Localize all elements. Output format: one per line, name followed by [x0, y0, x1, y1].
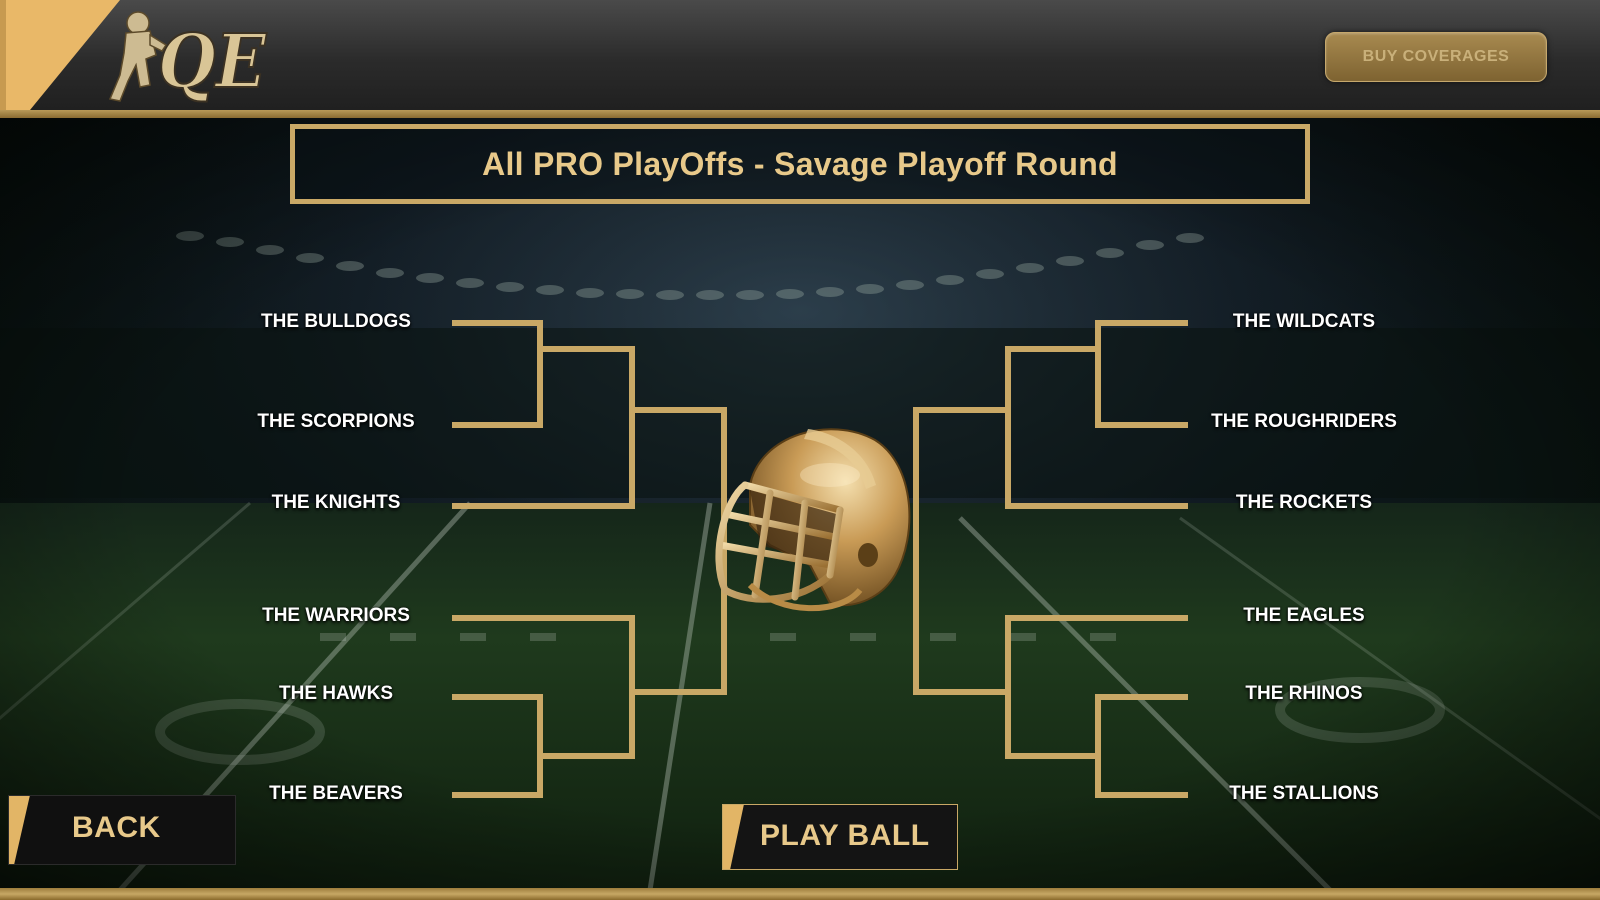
- team-right-1[interactable]: THE WILDCATS: [1204, 311, 1404, 333]
- back-button[interactable]: BACK: [7, 794, 237, 866]
- play-ball-label: PLAY BALL: [760, 819, 930, 852]
- team-left-2[interactable]: THE SCORPIONS: [236, 411, 436, 433]
- football-helmet-icon: [715, 428, 911, 612]
- team-right-3[interactable]: THE ROCKETS: [1204, 492, 1404, 514]
- team-left-6[interactable]: THE BEAVERS: [236, 783, 436, 805]
- team-left-1[interactable]: THE BULLDOGS: [236, 311, 436, 333]
- team-left-4[interactable]: THE WARRIORS: [236, 605, 436, 627]
- playoff-screen: QE BUY COVERAGES All PRO PlayOffs - Sava…: [0, 0, 1600, 900]
- team-right-2[interactable]: THE ROUGHRIDERS: [1204, 411, 1404, 433]
- back-button-label: BACK: [72, 811, 161, 844]
- team-left-3[interactable]: THE KNIGHTS: [236, 492, 436, 514]
- team-right-6[interactable]: THE STALLIONS: [1204, 783, 1404, 805]
- bracket-line-left-top-inner: [452, 320, 543, 428]
- team-right-5[interactable]: THE RHINOS: [1204, 683, 1404, 705]
- bracket-line-right-top-inner: [1095, 320, 1188, 428]
- team-left-5[interactable]: THE HAWKS: [236, 683, 436, 705]
- team-right-4[interactable]: THE EAGLES: [1204, 605, 1404, 627]
- bracket-line-left-bottom-inner: [452, 694, 543, 798]
- bracket-line-right-bottom-inner: [1095, 694, 1188, 798]
- play-ball-button[interactable]: PLAY BALL: [721, 803, 959, 871]
- footer-divider: [0, 888, 1600, 900]
- bracket-line-right-final: [913, 407, 1008, 695]
